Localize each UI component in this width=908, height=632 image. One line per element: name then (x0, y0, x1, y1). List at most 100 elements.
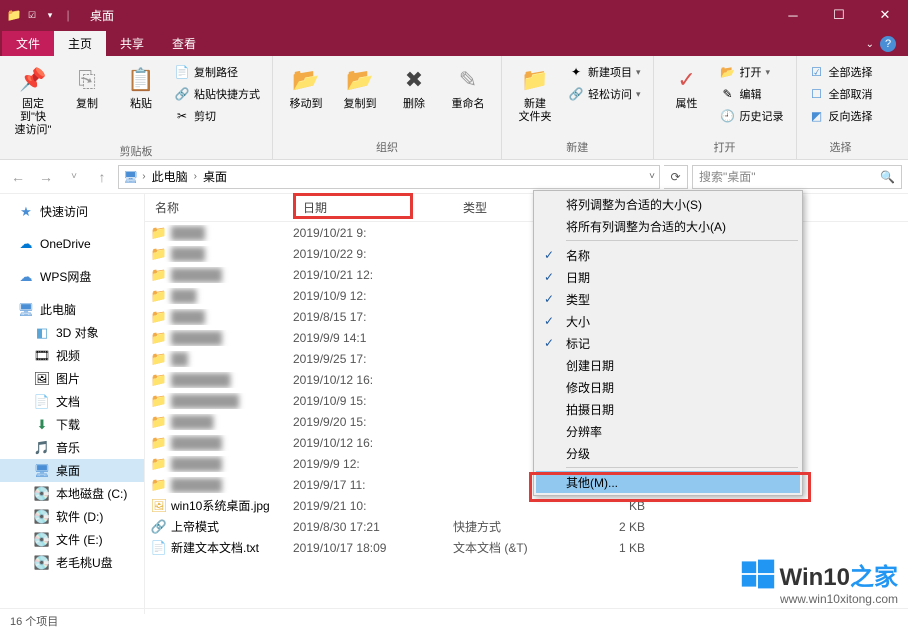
sidebar-item-wps[interactable]: ☁WPS网盘 (0, 265, 144, 288)
properties-button[interactable]: ✓属性 (662, 60, 712, 115)
forward-button[interactable]: → (34, 165, 58, 189)
ctx-modified[interactable]: 修改日期 (536, 376, 800, 398)
search-box[interactable]: 搜索"桌面" 🔍 (692, 165, 902, 189)
table-row[interactable]: 📄新建文本文档.txt2019/10/17 18:09文本文档 (&T)1 KB (145, 537, 908, 558)
disk-icon: 💽 (34, 532, 50, 548)
ctx-size[interactable]: ✓大小 (536, 310, 800, 332)
cube-icon: ◧ (34, 325, 50, 341)
pin-icon: 📌 (17, 64, 49, 96)
ctx-resolution[interactable]: 分辨率 (536, 420, 800, 442)
ctx-rating[interactable]: 分级 (536, 442, 800, 464)
qat-dropdown[interactable]: ▾ (42, 7, 58, 23)
newitem-icon: ✦ (568, 64, 584, 80)
separator: | (60, 7, 76, 23)
table-row[interactable]: 🖼win10系统桌面.jpg2019/9/21 10:KB (145, 495, 908, 516)
main-area: ★快速访问 ☁OneDrive ☁WPS网盘 🖥此电脑 ◧3D 对象 🎞视频 🖼… (0, 194, 908, 614)
sidebar-item-desktop[interactable]: 🖥桌面 (0, 459, 144, 482)
file-name: ██████ (171, 436, 222, 450)
help-area[interactable]: ⌄ ? (854, 32, 908, 56)
search-placeholder: 搜索"桌面" (699, 168, 756, 185)
newfolder-button[interactable]: 📁新建 文件夹 (510, 60, 560, 128)
ctx-tag[interactable]: ✓标记 (536, 332, 800, 354)
sidebar-item-downloads[interactable]: ⬇下载 (0, 413, 144, 436)
app-icon: 📁 (6, 7, 22, 23)
open-button[interactable]: 📂打开 ▾ (716, 62, 788, 82)
chevron-icon[interactable]: › (194, 171, 197, 182)
help-icon[interactable]: ? (880, 36, 896, 52)
disk-icon: 💽 (34, 486, 50, 502)
sidebar-item-pictures[interactable]: 🖼图片 (0, 367, 144, 390)
sidebar-item-documents[interactable]: 📄文档 (0, 390, 144, 413)
collapse-ribbon-icon[interactable]: ⌄ (866, 39, 874, 50)
edit-button[interactable]: ✎编辑 (716, 84, 788, 104)
newitem-button[interactable]: ✦新建项目 ▾ (564, 62, 645, 82)
sidebar-item-quick[interactable]: ★快速访问 (0, 200, 144, 223)
tab-home[interactable]: 主页 (54, 31, 106, 56)
breadcrumb-desktop[interactable]: 桌面 (201, 168, 229, 185)
qat-icon[interactable]: ☑ (24, 7, 40, 23)
easyaccess-icon: 🔗 (568, 86, 584, 102)
tab-share[interactable]: 共享 (106, 31, 158, 56)
delete-button[interactable]: ✖删除 (389, 60, 439, 115)
col-name[interactable]: 名称 (145, 199, 293, 216)
back-button[interactable]: ← (6, 165, 30, 189)
file-icon: 📁 (151, 393, 167, 409)
close-button[interactable]: ✕ (862, 0, 908, 30)
pin-quickaccess-button[interactable]: 📌 固定到"快 速访问" (8, 60, 58, 141)
image-icon: 🖼 (34, 371, 50, 387)
chevron-icon[interactable]: › (142, 171, 145, 182)
cut-button[interactable]: ✂剪切 (170, 106, 264, 126)
sidebar-item-3d[interactable]: ◧3D 对象 (0, 321, 144, 344)
copy-button[interactable]: ⎘ 复制 (62, 60, 112, 115)
invert-button[interactable]: ◩反向选择 (805, 106, 877, 126)
address-path[interactable]: 🖥 › 此电脑 › 桌面 ˅ (118, 165, 660, 189)
ctx-other[interactable]: 其他(M)... (536, 471, 800, 493)
table-row[interactable]: 🔗上帝模式2019/8/30 17:21快捷方式2 KB (145, 516, 908, 537)
sidebar-item-thispc[interactable]: 🖥此电脑 (0, 298, 144, 321)
copyto-button[interactable]: 📂复制到 (335, 60, 385, 115)
file-name: ██████ (171, 331, 222, 345)
moveto-button[interactable]: 📂移动到 (281, 60, 331, 115)
ctx-taken[interactable]: 拍摄日期 (536, 398, 800, 420)
rename-button[interactable]: ✎重命名 (443, 60, 493, 115)
selectnone-button[interactable]: ☐全部取消 (805, 84, 877, 104)
ctx-fit-all[interactable]: 将所有列调整为合适的大小(A) (536, 215, 800, 237)
file-icon: 🖼 (151, 498, 167, 514)
minimize-button[interactable]: ─ (770, 0, 816, 30)
sidebar-item-localc[interactable]: 💽本地磁盘 (C:) (0, 482, 144, 505)
sidebar-item-music[interactable]: 🎵音乐 (0, 436, 144, 459)
file-name: ████ (171, 247, 205, 261)
path-dropdown[interactable]: ˅ (649, 171, 655, 182)
recent-dropdown[interactable]: ˅ (62, 165, 86, 189)
rename-icon: ✎ (452, 64, 484, 96)
ctx-date[interactable]: ✓日期 (536, 266, 800, 288)
sidebar-item-usb[interactable]: 💽老毛桃U盘 (0, 551, 144, 574)
search-icon[interactable]: 🔍 (880, 170, 895, 184)
copypath-button[interactable]: 📄复制路径 (170, 62, 264, 82)
refresh-button[interactable]: ⟳ (664, 165, 688, 189)
tab-view[interactable]: 查看 (158, 31, 210, 56)
easyaccess-button[interactable]: 🔗轻松访问 ▾ (564, 84, 645, 104)
history-button[interactable]: 🕘历史记录 (716, 106, 788, 126)
ctx-created[interactable]: 创建日期 (536, 354, 800, 376)
col-date[interactable]: 日期 (293, 199, 453, 216)
ctx-name[interactable]: ✓名称 (536, 244, 800, 266)
sidebar-item-filee[interactable]: 💽文件 (E:) (0, 528, 144, 551)
sidebar-item-videos[interactable]: 🎞视频 (0, 344, 144, 367)
up-button[interactable]: ↑ (90, 165, 114, 189)
breadcrumb-thispc[interactable]: 此电脑 (150, 168, 190, 185)
tab-file[interactable]: 文件 (2, 31, 54, 56)
file-icon: 📁 (151, 288, 167, 304)
sidebar-item-softd[interactable]: 💽软件 (D:) (0, 505, 144, 528)
ctx-type[interactable]: ✓类型 (536, 288, 800, 310)
ctx-fit-column[interactable]: 将列调整为合适的大小(S) (536, 193, 800, 215)
sidebar-item-onedrive[interactable]: ☁OneDrive (0, 233, 144, 255)
paste-button[interactable]: 📋 粘贴 (116, 60, 166, 115)
file-name: ████████ (171, 394, 239, 408)
navigation-pane: ★快速访问 ☁OneDrive ☁WPS网盘 🖥此电脑 ◧3D 对象 🎞视频 🖼… (0, 194, 145, 614)
selectall-button[interactable]: ☑全部选择 (805, 62, 877, 82)
pasteshortcut-button[interactable]: 🔗粘贴快捷方式 (170, 84, 264, 104)
file-icon: 📁 (151, 225, 167, 241)
maximize-button[interactable]: ☐ (816, 0, 862, 30)
group-new-label: 新建 (510, 137, 645, 157)
